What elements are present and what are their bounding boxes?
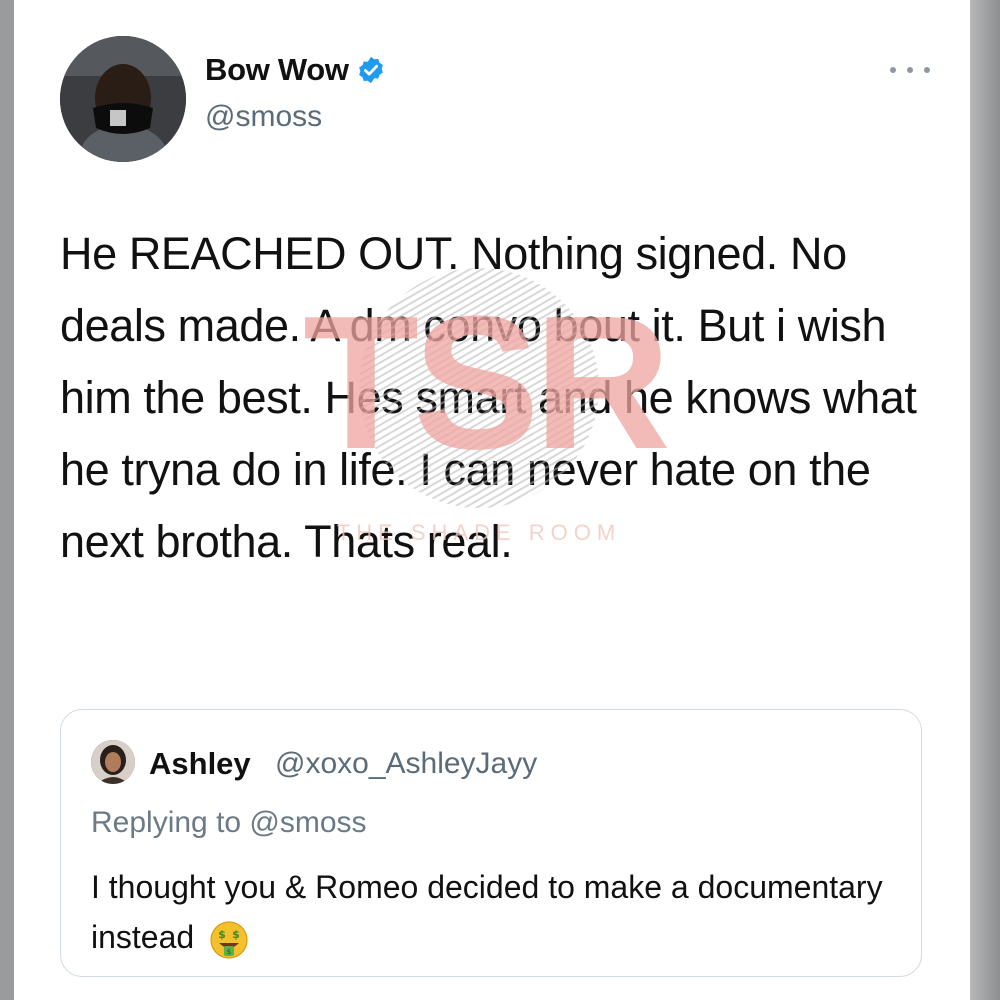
screen-edge — [970, 0, 1000, 1000]
more-options-icon[interactable] — [890, 60, 930, 80]
svg-text:$: $ — [218, 928, 226, 941]
author-avatar[interactable] — [60, 36, 186, 162]
quoted-tweet-text-block: I thought you & Romeo decided to make a … — [91, 862, 891, 962]
quoted-author-avatar[interactable] — [91, 740, 135, 784]
verified-badge-icon — [356, 55, 386, 85]
svg-text:$: $ — [232, 928, 240, 941]
tweet-text: He REACHED OUT. Nothing signed. No deals… — [60, 228, 917, 567]
author-name[interactable]: Bow Wow — [205, 52, 386, 88]
replying-to: Replying to @smoss — [91, 806, 367, 839]
quoted-author-handle[interactable]: @xoxo_AshleyJayy — [275, 747, 537, 781]
svg-text:$: $ — [227, 948, 231, 956]
tweet-card: Bow Wow @smoss He REACHED OUT. Nothing s… — [14, 0, 970, 1000]
quoted-author-name[interactable]: Ashley — [149, 746, 251, 782]
author-handle[interactable]: @smoss — [205, 100, 322, 134]
quoted-tweet[interactable]: Ashley @xoxo_AshleyJayy Replying to @smo… — [60, 709, 922, 977]
author-name-text[interactable]: Bow Wow — [205, 52, 349, 88]
money-mouth-face-icon: $ $ $ — [209, 920, 249, 960]
